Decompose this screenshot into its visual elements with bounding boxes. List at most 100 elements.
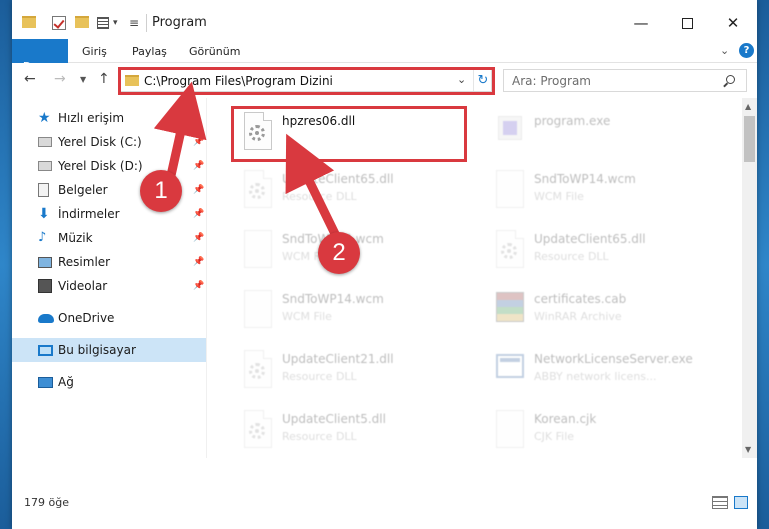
file-name: SndToWP14.wcm [282, 292, 384, 306]
details-view-icon[interactable] [712, 496, 728, 509]
network-icon [38, 376, 53, 388]
pictures-icon [38, 256, 52, 268]
pin-icon[interactable]: 📌 [193, 257, 204, 267]
close-button[interactable]: ✕ [710, 8, 756, 38]
sidebar-item-label: Müzik [58, 231, 93, 245]
app-icon [492, 350, 526, 390]
item-count: 179 öğe [24, 496, 69, 509]
desktop-right-edge [757, 0, 769, 529]
sidebar-item-label: Resimler [58, 255, 111, 269]
file-item[interactable]: UpdateClient65.dll Resource DLL [232, 164, 467, 218]
file-type: WinRAR Archive [534, 310, 622, 323]
customize-toolbar-icon[interactable]: ≡ [129, 14, 139, 32]
downloads-icon: ⬇ [38, 206, 50, 222]
search-placeholder[interactable]: Ara: Program [512, 74, 591, 88]
computer-icon [38, 344, 53, 356]
desktop-left-edge [0, 0, 12, 529]
file-type: Resource DLL [282, 430, 357, 443]
pin-icon[interactable]: 📌 [193, 233, 204, 243]
dll-gear-icon [240, 170, 274, 210]
file-item[interactable]: certificates.cab WinRAR Archive [484, 284, 719, 338]
sidebar-item-pictures[interactable]: Resimler 📌 [12, 250, 206, 274]
sidebar-item-downloads[interactable]: ⬇ İndirmeler 📌 [12, 202, 206, 226]
tab-view[interactable]: Görünüm [189, 39, 240, 63]
file-icon [240, 230, 274, 270]
vertical-scrollbar[interactable]: ▲ ▼ [742, 98, 757, 458]
sidebar-item-label: Bu bilgisayar [58, 343, 136, 357]
sidebar-item-label: Hızlı erişim [58, 111, 125, 125]
sidebar-item-label: Ağ [58, 375, 74, 389]
file-item[interactable]: SndToWP14.wcm WCM File [484, 164, 719, 218]
sidebar-item-local-disk-c[interactable]: Yerel Disk (C:) 📌 [12, 130, 206, 154]
help-icon[interactable]: ? [739, 43, 754, 58]
step-callout-2: 2 [318, 232, 360, 274]
sidebar-item-network[interactable]: Ağ [12, 370, 206, 394]
sidebar-item-music[interactable]: ♪ Müzik 📌 [12, 226, 206, 250]
file-item[interactable]: UpdateClient65.dll Resource DLL [484, 224, 719, 278]
videos-icon [38, 279, 52, 293]
file-name: UpdateClient5.dll [282, 412, 386, 426]
back-arrow-icon[interactable]: ← [24, 71, 36, 87]
address-highlight-box [118, 67, 495, 95]
disk-icon [38, 137, 52, 147]
file-name: Korean.cjk [534, 412, 597, 426]
chevron-down-icon[interactable]: ▾ [113, 14, 118, 32]
scroll-down-arrow-icon[interactable]: ▼ [745, 445, 751, 454]
pin-icon[interactable]: 📌 [193, 209, 204, 219]
file-name: certificates.cab [534, 292, 627, 306]
tab-share[interactable]: Paylaş [132, 39, 167, 63]
pin-icon[interactable]: 📌 [193, 137, 204, 147]
file-type: WCM File [282, 310, 332, 323]
tab-home[interactable]: Giriş [82, 39, 107, 63]
file-type: Resource DLL [534, 250, 609, 263]
file-type: WCM File [534, 190, 584, 203]
scroll-up-arrow-icon[interactable]: ▲ [745, 102, 751, 111]
status-bar: 179 öğe [12, 488, 757, 518]
file-icon [492, 410, 526, 450]
sidebar-item-onedrive[interactable]: OneDrive [12, 306, 206, 330]
pin-icon[interactable]: 📌 [193, 185, 204, 195]
search-box[interactable]: Ara: Program [503, 69, 747, 92]
expand-ribbon-chevron-icon[interactable]: ⌄ [720, 44, 729, 57]
exe-icon [492, 112, 526, 152]
forward-arrow-icon[interactable]: → [54, 71, 66, 87]
dll-gear-icon [492, 230, 526, 270]
file-name: UpdateClient65.dll [534, 232, 646, 246]
large-icons-view-icon[interactable] [734, 496, 748, 509]
sidebar-item-quick-access[interactable]: ★ Hızlı erişim [12, 106, 206, 130]
search-icon[interactable] [726, 75, 735, 84]
folder-icon [22, 16, 36, 28]
sidebar-item-label: Yerel Disk (D:) [58, 159, 143, 173]
file-item[interactable]: Korean.cjk CJK File [484, 404, 719, 458]
sidebar-item-videos[interactable]: Videolar 📌 [12, 274, 206, 298]
pane-divider[interactable] [206, 98, 207, 458]
sidebar-item-local-disk-d[interactable]: Yerel Disk (D:) 📌 [12, 154, 206, 178]
disk-icon [38, 161, 52, 171]
minimize-button[interactable]: — [618, 8, 664, 38]
maximize-button[interactable] [664, 8, 710, 38]
file-item[interactable]: SndToWP14.wcm WCM File [232, 284, 467, 338]
file-item[interactable]: UpdateClient5.dll Resource DLL [232, 404, 467, 458]
music-icon: ♪ [38, 230, 47, 245]
pin-icon[interactable]: 📌 [193, 281, 204, 291]
file-name: UpdateClient65.dll [282, 172, 394, 186]
pin-icon[interactable]: 📌 [193, 161, 204, 171]
file-item[interactable]: UpdateClient21.dll Resource DLL [232, 344, 467, 398]
sidebar-item-label: İndirmeler [58, 207, 120, 221]
new-folder-icon[interactable] [75, 16, 89, 28]
list-properties-icon[interactable] [97, 17, 109, 29]
file-type: ABBY network licens... [534, 370, 657, 383]
file-item[interactable]: NetworkLicenseServer.exe ABBY network li… [484, 344, 719, 398]
dll-gear-icon [240, 410, 274, 450]
up-arrow-icon[interactable]: ↑ [98, 71, 110, 87]
scrollbar-thumb[interactable] [744, 116, 755, 162]
file-type: Resource DLL [282, 370, 357, 383]
properties-check-icon[interactable] [52, 16, 66, 30]
file-name: UpdateClient21.dll [282, 352, 394, 366]
recent-locations-chevron-icon[interactable]: ▼ [80, 75, 86, 84]
ribbon-tabs: Dosya Giriş Paylaş Görünüm ⌄ ? [12, 39, 757, 93]
window-title: Program [152, 15, 207, 30]
file-item-program-exe[interactable]: program.exe [484, 106, 719, 160]
navigation-pane: ★ Hızlı erişim Yerel Disk (C:) 📌 Yerel D… [12, 98, 206, 458]
sidebar-item-this-pc[interactable]: Bu bilgisayar [12, 338, 206, 362]
